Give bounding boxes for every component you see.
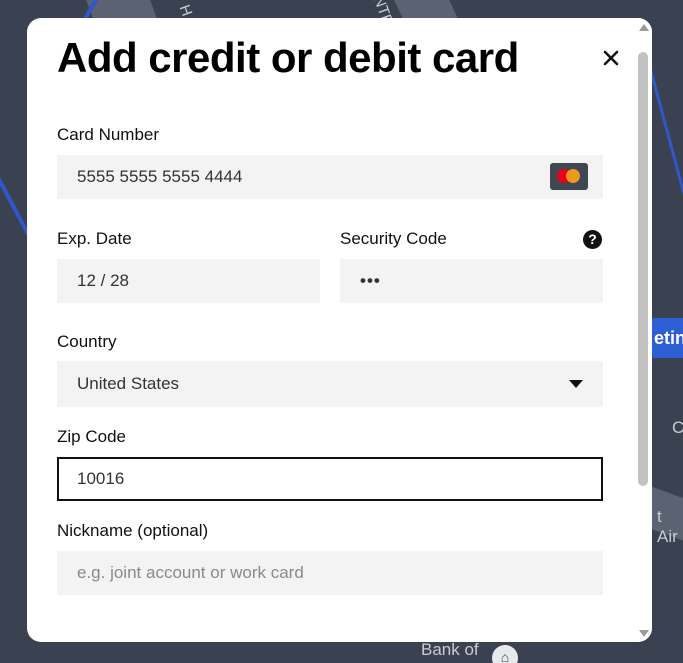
security-code-field[interactable]: •••	[340, 259, 603, 303]
scroll-down-arrow-icon[interactable]	[639, 630, 649, 637]
map-place-label: Bank of	[421, 640, 479, 659]
country-value: United States	[77, 374, 180, 393]
card-number-field[interactable]: 5555 5555 5555 4444	[57, 155, 603, 199]
nickname-field-wrapper	[57, 551, 603, 595]
map-place-label: C	[672, 418, 683, 437]
security-code-label: Security Code	[340, 229, 447, 248]
country-label: Country	[57, 332, 117, 351]
exp-date-value: 12 / 28	[77, 271, 129, 290]
zip-code-label: Zip Code	[57, 427, 126, 446]
exp-date-field[interactable]: 12 / 28	[57, 259, 320, 303]
exp-date-label: Exp. Date	[57, 229, 132, 248]
security-code-value: •••	[360, 271, 381, 290]
help-icon[interactable]: ?	[583, 230, 602, 249]
zip-code-value: 10016	[77, 469, 125, 488]
map-street-label: H	[175, 2, 196, 19]
nickname-input[interactable]	[77, 563, 603, 583]
close-button[interactable]	[599, 46, 623, 70]
card-number-label: Card Number	[57, 125, 160, 144]
dialog-scrollbar[interactable]	[636, 18, 652, 642]
country-select[interactable]: United States	[57, 361, 603, 407]
chevron-down-icon	[569, 380, 583, 388]
bank-location-icon[interactable]: ⌂	[492, 645, 518, 663]
map-place-label: t Air	[657, 507, 678, 546]
scrollbar-thumb[interactable]	[638, 52, 648, 486]
zip-code-field[interactable]: 10016	[57, 457, 603, 501]
map-place-badge[interactable]: etin	[652, 318, 683, 358]
dialog-title: Add credit or debit card	[57, 34, 519, 81]
nickname-label: Nickname (optional)	[57, 521, 209, 540]
card-number-value: 5555 5555 5555 4444	[77, 167, 243, 186]
mastercard-icon	[550, 163, 588, 190]
add-card-dialog: Add credit or debit card Card Number 555…	[27, 18, 652, 642]
scroll-up-arrow-icon[interactable]	[639, 24, 649, 31]
close-icon	[603, 50, 619, 66]
